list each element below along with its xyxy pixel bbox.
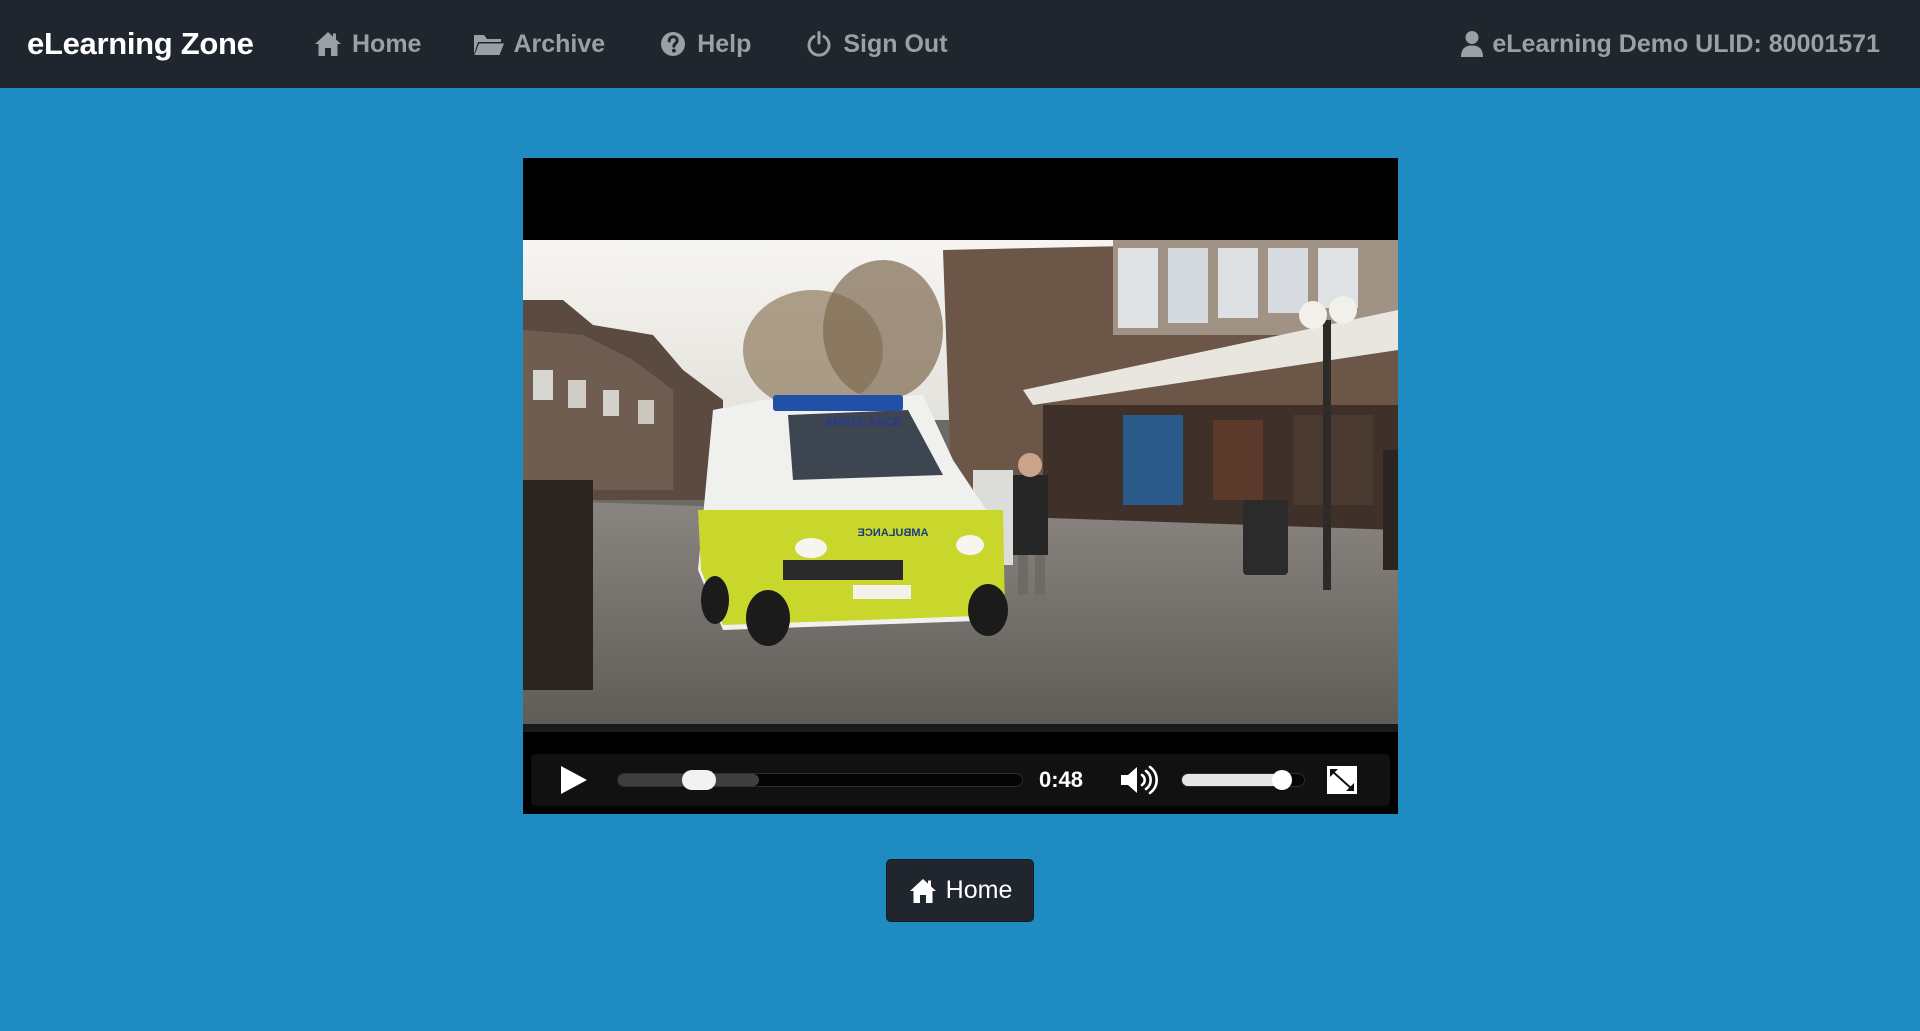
progress-bar[interactable] bbox=[617, 770, 1023, 790]
nav-item-sign-out[interactable]: Sign Out bbox=[803, 0, 948, 88]
progress-thumb[interactable] bbox=[681, 770, 716, 790]
time-display: 0:48 bbox=[1039, 767, 1084, 792]
fullscreen-button[interactable] bbox=[1326, 765, 1358, 795]
volume-level bbox=[1182, 774, 1283, 786]
video-still-street-scene: AMBULANCE AMBULANCE bbox=[523, 240, 1398, 732]
home-button[interactable]: Home bbox=[886, 859, 1034, 922]
nav-item-home-label: Home bbox=[352, 29, 422, 58]
nav-item-help[interactable]: Help bbox=[657, 0, 751, 88]
nav-item-sign-out-label: Sign Out bbox=[843, 29, 948, 58]
volume-button[interactable] bbox=[1119, 764, 1161, 796]
user-info-label: eLearning Demo ULID: 80001571 bbox=[1492, 29, 1880, 58]
volume-slider[interactable] bbox=[1181, 770, 1305, 790]
nav-item-archive-label: Archive bbox=[513, 29, 606, 58]
nav-item-home[interactable]: Home bbox=[312, 0, 421, 88]
brand-link[interactable]: eLearning Zone bbox=[27, 0, 254, 88]
nav-links: Home Archive Help Sign Out bbox=[312, 0, 1000, 88]
home-button-label: Home bbox=[945, 876, 1013, 904]
fullscreen-icon bbox=[1327, 766, 1357, 794]
play-button[interactable] bbox=[557, 764, 589, 796]
user-info[interactable]: eLearning Demo ULID: 80001571 bbox=[1458, 0, 1880, 88]
question-circle-icon bbox=[657, 28, 689, 60]
power-icon bbox=[803, 28, 835, 60]
nav-item-help-label: Help bbox=[697, 29, 752, 58]
home-icon bbox=[908, 876, 938, 906]
user-icon bbox=[1458, 28, 1486, 60]
volume-thumb[interactable] bbox=[1272, 770, 1293, 790]
video-player[interactable]: AMBULANCE AMBULANCE 0:48 bbox=[523, 158, 1398, 814]
ambulance-front-marking: AMBULANCE bbox=[824, 415, 901, 429]
ambulance-bonnet-marking: AMBULANCE bbox=[858, 527, 929, 539]
volume-icon bbox=[1121, 765, 1158, 795]
play-icon bbox=[561, 766, 587, 794]
nav-item-archive[interactable]: Archive bbox=[473, 0, 605, 88]
folder-open-icon bbox=[473, 28, 505, 60]
home-icon bbox=[312, 28, 344, 60]
player-controls: 0:48 bbox=[531, 754, 1390, 806]
top-navbar: eLearning Zone Home Archive Help Sign Ou… bbox=[0, 0, 1920, 88]
video-frame[interactable]: AMBULANCE AMBULANCE bbox=[523, 240, 1398, 732]
